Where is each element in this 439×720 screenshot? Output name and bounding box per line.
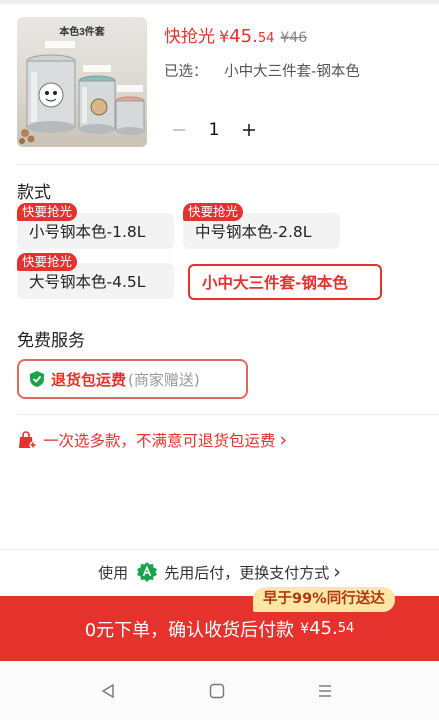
low-stock-tag: 快要抢光 — [17, 203, 78, 221]
nav-menu-button[interactable] — [314, 680, 336, 702]
shield-check-icon — [30, 371, 44, 387]
divider — [0, 549, 439, 550]
divider — [17, 414, 439, 415]
system-navigation-bar — [0, 661, 439, 720]
price-row: 快抢光 ¥ 45. 54 ¥46 — [164, 22, 308, 47]
gift-bag-icon — [19, 431, 37, 449]
free-return-shipping-service[interactable]: 退货包运费 (商家赠送) — [17, 359, 248, 399]
style-option-label: 大号钢本色-4.5L — [29, 273, 146, 291]
payment-chevron-icon: › — [333, 561, 341, 583]
selected-variant: 已选： 小中大三件套-钢本色 — [164, 60, 360, 81]
decrease-quantity-button[interactable] — [164, 113, 194, 147]
order-amount-decimal: 54 — [337, 621, 355, 636]
return-shipping-promo[interactable]: 一次选多款，不满意可退货包运费 › — [17, 428, 287, 452]
payment-prefix: 使用 — [98, 563, 129, 582]
nav-back-icon — [101, 683, 114, 699]
nav-home-icon — [209, 683, 225, 699]
flash-sale-label: 快抢光 — [164, 27, 215, 47]
payment-method-label: 先用后付，更换支付方式 — [164, 563, 330, 582]
original-price: ¥46 — [280, 30, 308, 46]
nav-home-button[interactable] — [206, 680, 228, 702]
order-amount-integer: 45. — [309, 618, 338, 639]
plus-icon — [243, 124, 255, 136]
promo-chevron-icon: › — [279, 429, 288, 451]
increase-quantity-button[interactable] — [234, 113, 264, 147]
nav-back-button[interactable] — [97, 680, 119, 702]
style-section-title: 款式 — [17, 183, 51, 203]
payment-method-selector[interactable]: 使用 先用后付，更换支付方式 › — [0, 559, 439, 585]
product-thumbnail[interactable]: 本色3件套 — [17, 17, 147, 147]
style-option-label: 小中大三件套-钢本色 — [202, 274, 348, 292]
quantity-stepper: 1 — [164, 113, 264, 147]
style-option-label: 小号钢本色-1.8L — [29, 223, 146, 241]
service-note: (商家赠送) — [128, 370, 200, 389]
delivery-speed-badge: 早于99%同行送达 — [253, 587, 395, 612]
selected-prefix: 已选： — [164, 64, 208, 80]
place-order-text: 0元下单，确认收货后付款 — [84, 619, 295, 641]
selected-value: 小中大三件套-钢本色 — [224, 64, 360, 80]
service-section-title: 免费服务 — [17, 331, 85, 351]
low-stock-tag: 快要抢光 — [17, 253, 78, 271]
price-integer: 45. — [229, 26, 258, 47]
pay-later-logo-icon — [137, 562, 158, 582]
price-symbol: ¥ — [219, 27, 230, 46]
service-name: 退货包运费 — [51, 370, 127, 389]
promo-text: 一次选多款，不满意可退货包运费 — [43, 432, 276, 450]
low-stock-tag: 快要抢光 — [183, 203, 244, 221]
top-separator — [0, 0, 439, 4]
canister-set-illustration — [19, 41, 145, 144]
divider — [17, 164, 439, 165]
quantity-value[interactable]: 1 — [194, 120, 234, 140]
style-option-three-piece-set[interactable]: 小中大三件套-钢本色 — [188, 264, 382, 300]
price-decimal: 54 — [257, 31, 275, 46]
style-option-label: 中号钢本色-2.8L — [195, 223, 312, 241]
nav-menu-icon — [319, 685, 331, 697]
minus-icon — [173, 129, 185, 131]
order-amount-symbol: ¥ — [300, 620, 310, 637]
